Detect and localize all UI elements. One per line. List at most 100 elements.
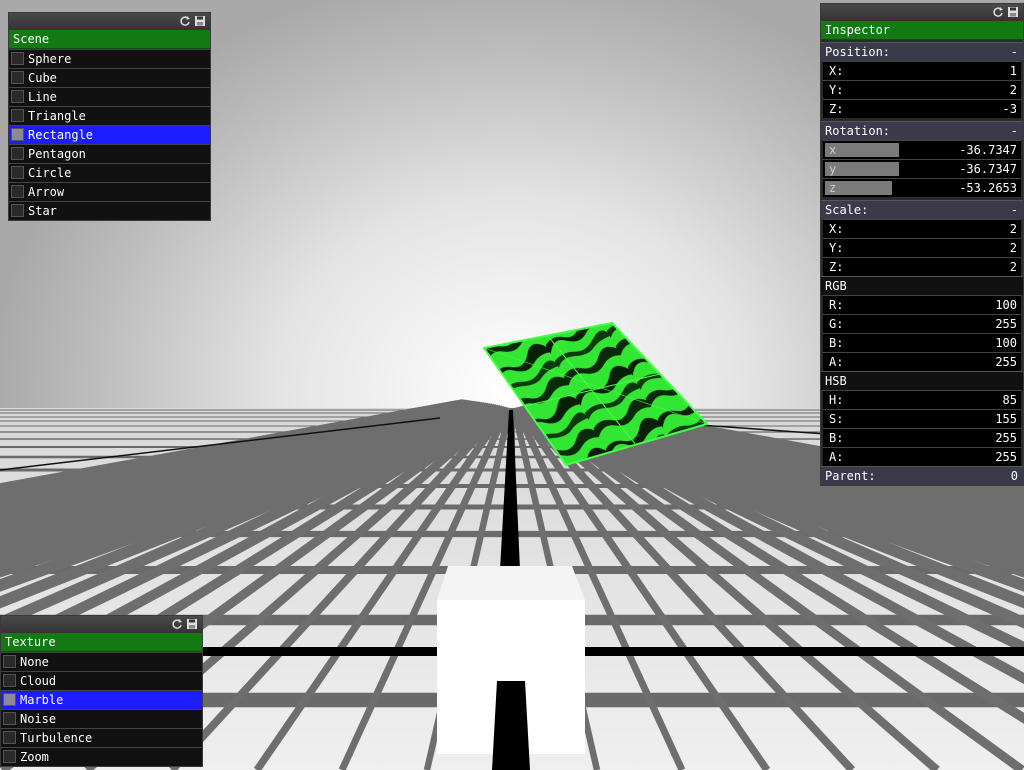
parent-field[interactable]: Parent: 0 (821, 466, 1023, 485)
list-item[interactable]: Cube (9, 68, 210, 87)
texture-panel: Texture None Cloud Marble Noise Turbulence Zo… (0, 615, 203, 767)
list-item-label: Line (28, 90, 57, 104)
field-value: 255 (995, 355, 1017, 369)
checkbox[interactable] (11, 166, 24, 179)
hsb-a-field[interactable]: A: 255 (823, 447, 1021, 466)
position-z-field[interactable]: Z: -3 (823, 99, 1021, 118)
list-item-label: Rectangle (28, 128, 94, 142)
list-item-label: Pentagon (28, 147, 86, 161)
list-item[interactable]: Line (9, 87, 210, 106)
position-x-field[interactable]: X: 1 (823, 61, 1021, 80)
list-item-label: Arrow (28, 185, 65, 199)
list-item-label: None (20, 655, 49, 669)
save-icon[interactable] (186, 618, 198, 630)
scale-title: Scale: (825, 203, 869, 217)
hsb-b-field[interactable]: B: 255 (823, 428, 1021, 447)
rotation-section[interactable]: Rotation: - (821, 121, 1023, 140)
field-value: -53.2653 (959, 181, 1017, 195)
scene-header: Scene (9, 30, 210, 49)
field-label: Z: (829, 260, 844, 274)
field-label: Y: (829, 241, 844, 255)
scale-section[interactable]: Scale: - (821, 200, 1023, 219)
refresh-icon[interactable] (992, 6, 1004, 18)
list-item-label: Sphere (28, 52, 72, 66)
checkbox[interactable] (3, 731, 16, 744)
list-item-label: Turbulence (20, 731, 93, 745)
list-item[interactable]: Rectangle (9, 125, 210, 144)
rgb-a-field[interactable]: A: 255 (823, 352, 1021, 371)
collapse-icon[interactable]: - (1011, 122, 1018, 140)
checkbox[interactable] (11, 128, 24, 141)
refresh-icon[interactable] (179, 15, 191, 27)
collapse-icon[interactable]: - (1011, 43, 1018, 61)
position-y-field[interactable]: Y: 2 (823, 80, 1021, 99)
field-label: R: (829, 298, 844, 312)
field-value: -36.7347 (959, 143, 1017, 157)
inspector-panel: Inspector Position: - X: 1 Y: 2 Z: -3 Rotat… (820, 3, 1024, 486)
list-item[interactable]: Cloud (1, 671, 202, 690)
texture-titlebar[interactable] (1, 616, 202, 633)
rgb-r-field[interactable]: R: 100 (823, 295, 1021, 314)
collapse-icon[interactable]: - (1011, 201, 1018, 219)
scale-x-field[interactable]: X: 2 (823, 219, 1021, 238)
rgb-b-field[interactable]: B: 100 (823, 333, 1021, 352)
list-item[interactable]: Pentagon (9, 144, 210, 163)
rgb-heading: RGB (821, 276, 1023, 295)
save-icon[interactable] (194, 15, 206, 27)
hsb-h-field[interactable]: H: 85 (823, 390, 1021, 409)
checkbox[interactable] (11, 204, 24, 217)
field-label: Z: (829, 102, 844, 116)
field-value: 255 (995, 450, 1017, 464)
save-icon[interactable] (1007, 6, 1019, 18)
position-section[interactable]: Position: - (821, 42, 1023, 61)
field-value: 255 (995, 431, 1017, 445)
field-label: B: (829, 336, 844, 350)
field-label: A: (829, 450, 844, 464)
checkbox[interactable] (3, 750, 16, 763)
list-item[interactable]: Zoom (1, 747, 202, 766)
list-item-label: Zoom (20, 750, 49, 764)
rotation-z-slider[interactable]: z -53.2653 (823, 178, 1021, 197)
field-value: 2 (1009, 241, 1017, 255)
list-item[interactable]: Arrow (9, 182, 210, 201)
list-item[interactable]: Turbulence (1, 728, 202, 747)
field-value: -36.7347 (959, 162, 1017, 176)
scene-titlebar[interactable] (9, 13, 210, 30)
checkbox[interactable] (3, 655, 16, 668)
list-item[interactable]: Marble (1, 690, 202, 709)
list-item-label: Circle (28, 166, 72, 180)
field-label: x (829, 143, 837, 157)
scale-z-field[interactable]: Z: 2 (823, 257, 1021, 276)
checkbox[interactable] (11, 185, 24, 198)
checkbox[interactable] (11, 90, 24, 103)
checkbox[interactable] (11, 109, 24, 122)
checkbox[interactable] (3, 693, 16, 706)
checkbox[interactable] (3, 674, 16, 687)
refresh-icon[interactable] (171, 618, 183, 630)
field-label: H: (829, 393, 844, 407)
list-item[interactable]: None (1, 652, 202, 671)
list-item[interactable]: Noise (1, 709, 202, 728)
list-item[interactable]: Star (9, 201, 210, 220)
rgb-g-field[interactable]: G: 255 (823, 314, 1021, 333)
hsb-s-field[interactable]: S: 155 (823, 409, 1021, 428)
checkbox[interactable] (3, 712, 16, 725)
checkbox[interactable] (11, 52, 24, 65)
rotation-x-slider[interactable]: x -36.7347 (823, 140, 1021, 159)
scale-y-field[interactable]: Y: 2 (823, 238, 1021, 257)
inspector-titlebar[interactable] (821, 4, 1023, 21)
field-label: S: (829, 412, 844, 426)
list-item[interactable]: Triangle (9, 106, 210, 125)
list-item-label: Star (28, 204, 57, 218)
field-value: 2 (1009, 260, 1017, 274)
checkbox[interactable] (11, 71, 24, 84)
list-item[interactable]: Circle (9, 163, 210, 182)
inspector-header: Inspector (821, 21, 1023, 40)
field-value: 255 (995, 317, 1017, 331)
list-item[interactable]: Sphere (9, 49, 210, 68)
texture-list: None Cloud Marble Noise Turbulence Zoom (1, 652, 202, 766)
rotation-y-slider[interactable]: y -36.7347 (823, 159, 1021, 178)
checkbox[interactable] (11, 147, 24, 160)
parent-label: Parent: (825, 469, 876, 483)
field-value: 155 (995, 412, 1017, 426)
